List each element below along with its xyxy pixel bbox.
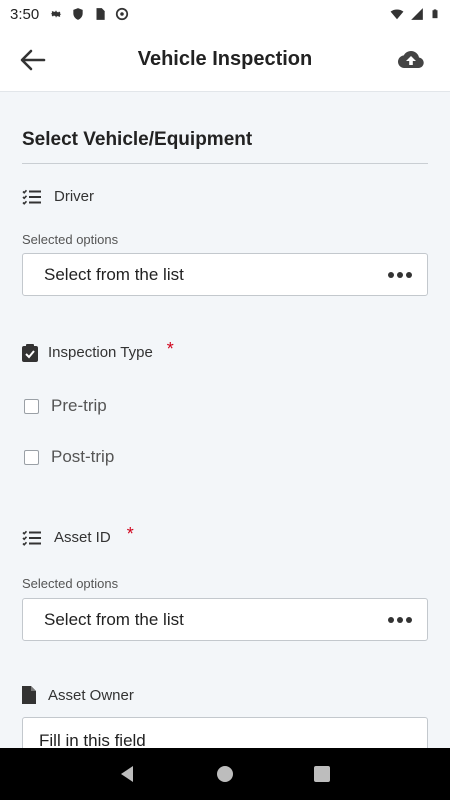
asset-id-label-row: Asset ID * (22, 524, 134, 548)
driver-label-row: Driver (22, 188, 94, 205)
driver-label: Driver (54, 188, 94, 205)
nav-recents-icon[interactable] (312, 764, 332, 784)
asset-owner-label-row: Asset Owner (22, 686, 134, 704)
inspection-type-label: Inspection Type (48, 344, 153, 361)
required-mark: * (126, 524, 134, 544)
asset-owner-input-value[interactable]: Fill in this field (39, 731, 146, 748)
at-sign-icon (116, 7, 129, 21)
asset-owner-label: Asset Owner (48, 686, 134, 704)
status-icons-right (390, 7, 440, 21)
form-content[interactable]: Select Vehicle/Equipment Driver Selected… (0, 92, 450, 748)
battery-icon (432, 9, 438, 19)
inspection-type-label-row: Inspection Type * (22, 339, 174, 363)
wifi-icon (390, 9, 404, 20)
section-title: Select Vehicle/Equipment (22, 129, 253, 150)
required-mark: * (166, 339, 174, 359)
sd-card-icon (96, 8, 105, 20)
signal-icon (411, 8, 423, 20)
cloud-upload-icon[interactable] (398, 48, 424, 72)
driver-select[interactable]: Select from the list (22, 253, 428, 296)
asset-owner-input[interactable]: Fill in this field (22, 717, 428, 748)
driver-sub-label: Selected options (22, 232, 119, 247)
document-icon (22, 686, 36, 704)
shield-icon (73, 8, 83, 20)
checklist-icon (22, 189, 41, 205)
section-divider (22, 163, 428, 164)
status-icons-left (49, 7, 129, 21)
status-bar: 3:50 (0, 0, 450, 28)
post-trip-checkbox[interactable] (24, 449, 39, 465)
asset-id-select-value: Select from the list (44, 609, 184, 629)
clipboard-check-icon (22, 343, 38, 362)
asset-id-label: Asset ID (54, 529, 111, 546)
status-time: 3:50 (10, 5, 40, 23)
page-title: Vehicle Inspection (137, 48, 313, 70)
app-bar: Vehicle Inspection (0, 28, 450, 92)
pre-trip-label[interactable]: Pre-trip (51, 396, 107, 416)
more-dots-icon[interactable] (387, 271, 413, 279)
nav-home-icon[interactable] (215, 764, 235, 784)
pre-trip-option[interactable]: Pre-trip (24, 396, 107, 416)
checklist-icon (22, 530, 41, 546)
post-trip-option[interactable]: Post-trip (24, 447, 114, 467)
system-nav-bar (0, 748, 450, 800)
gear-icon (50, 10, 62, 18)
nav-back-icon[interactable] (118, 764, 138, 784)
asset-id-select[interactable]: Select from the list (22, 598, 428, 641)
pre-trip-checkbox[interactable] (24, 398, 39, 414)
asset-id-sub-label: Selected options (22, 576, 119, 591)
post-trip-label[interactable]: Post-trip (51, 447, 114, 467)
more-dots-icon[interactable] (387, 616, 413, 624)
driver-select-value: Select from the list (44, 264, 184, 284)
